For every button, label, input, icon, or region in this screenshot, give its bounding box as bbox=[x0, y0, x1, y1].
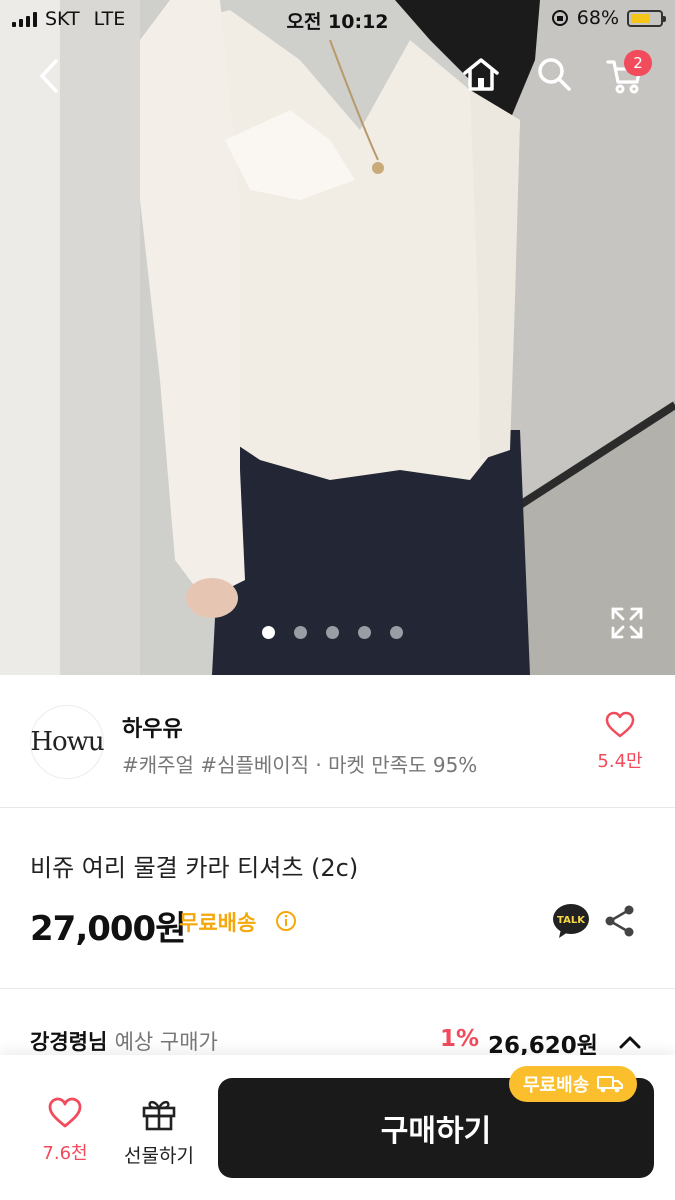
free-shipping-label: 무료배송 bbox=[179, 911, 257, 935]
user-name: 강경령님 bbox=[30, 1030, 108, 1054]
shop-logo[interactable]: Howu bbox=[30, 705, 105, 779]
wish-count: 7.6천 bbox=[42, 1143, 88, 1164]
pagination-dot[interactable] bbox=[294, 626, 307, 639]
expand-icon bbox=[611, 607, 643, 639]
battery-percent: 68% bbox=[576, 7, 619, 29]
share-icon bbox=[605, 905, 634, 937]
pagination-dot[interactable] bbox=[262, 626, 275, 639]
gift-button[interactable]: 선물하기 bbox=[114, 1097, 204, 1168]
expected-price-user: 강경령님 예상 구매가 bbox=[30, 1026, 218, 1056]
truck-icon bbox=[597, 1076, 624, 1093]
orientation-lock-icon bbox=[551, 10, 568, 26]
pagination-dot[interactable] bbox=[326, 626, 339, 639]
share-button[interactable] bbox=[603, 904, 637, 938]
cart-count-badge: 2 bbox=[624, 50, 652, 76]
status-right: 68% bbox=[551, 7, 666, 29]
product-image-gallery[interactable]: SKT LTE 오전 10:12 68% 2 bbox=[0, 0, 675, 675]
talk-icon: TALK bbox=[553, 904, 589, 938]
gift-icon bbox=[142, 1100, 176, 1131]
search-button[interactable] bbox=[530, 50, 578, 98]
shop-name[interactable]: 하우유 bbox=[122, 711, 183, 743]
back-button[interactable] bbox=[26, 52, 74, 100]
gift-label: 선물하기 bbox=[124, 1145, 194, 1167]
shop-tags: #캐주얼 #심플베이직 · 마켓 만족도 95% bbox=[122, 753, 478, 777]
heart-icon bbox=[605, 711, 635, 738]
battery-fill bbox=[631, 13, 650, 23]
expand-button[interactable] bbox=[610, 606, 644, 640]
shop-like-button[interactable]: 5.4만 bbox=[590, 711, 650, 773]
chevron-up-icon[interactable] bbox=[616, 1028, 644, 1056]
heart-icon bbox=[48, 1097, 82, 1128]
talk-label: TALK bbox=[557, 915, 586, 926]
product-title: 비쥬 여리 물결 카라 티셔츠 (2c) bbox=[30, 854, 359, 882]
pagination-dot[interactable] bbox=[358, 626, 371, 639]
home-icon bbox=[463, 58, 499, 91]
gallery-pagination[interactable] bbox=[262, 626, 403, 639]
status-bar: SKT LTE 오전 10:12 68% bbox=[0, 0, 675, 38]
info-icon[interactable] bbox=[275, 910, 297, 932]
ship-chip-label: 무료배송 bbox=[523, 1075, 590, 1096]
product-info: 비쥬 여리 물결 카라 티셔츠 (2c) 27,000원 무료배송 TALK bbox=[0, 808, 675, 989]
shop-row[interactable]: Howu 하우유 #캐주얼 #심플베이직 · 마켓 만족도 95% 5.4만 bbox=[0, 675, 675, 808]
free-shipping-chip: 무료배송 bbox=[509, 1066, 638, 1102]
home-button[interactable] bbox=[457, 50, 505, 98]
wish-button[interactable]: 7.6천 bbox=[30, 1097, 100, 1165]
battery-icon bbox=[627, 9, 666, 27]
talk-button[interactable]: TALK bbox=[552, 902, 590, 940]
chevron-left-icon bbox=[40, 59, 58, 93]
shop-like-count: 5.4만 bbox=[597, 751, 643, 772]
search-icon bbox=[538, 58, 571, 91]
product-photo bbox=[0, 0, 675, 675]
product-price: 27,000원 bbox=[30, 909, 186, 949]
pagination-dot[interactable] bbox=[390, 626, 403, 639]
expected-price-label: 예상 구매가 bbox=[114, 1030, 218, 1054]
discount-percent: 1% bbox=[440, 1026, 480, 1052]
bottom-action-bar: 7.6천 선물하기 구매하기 무료배송 bbox=[0, 1055, 675, 1200]
